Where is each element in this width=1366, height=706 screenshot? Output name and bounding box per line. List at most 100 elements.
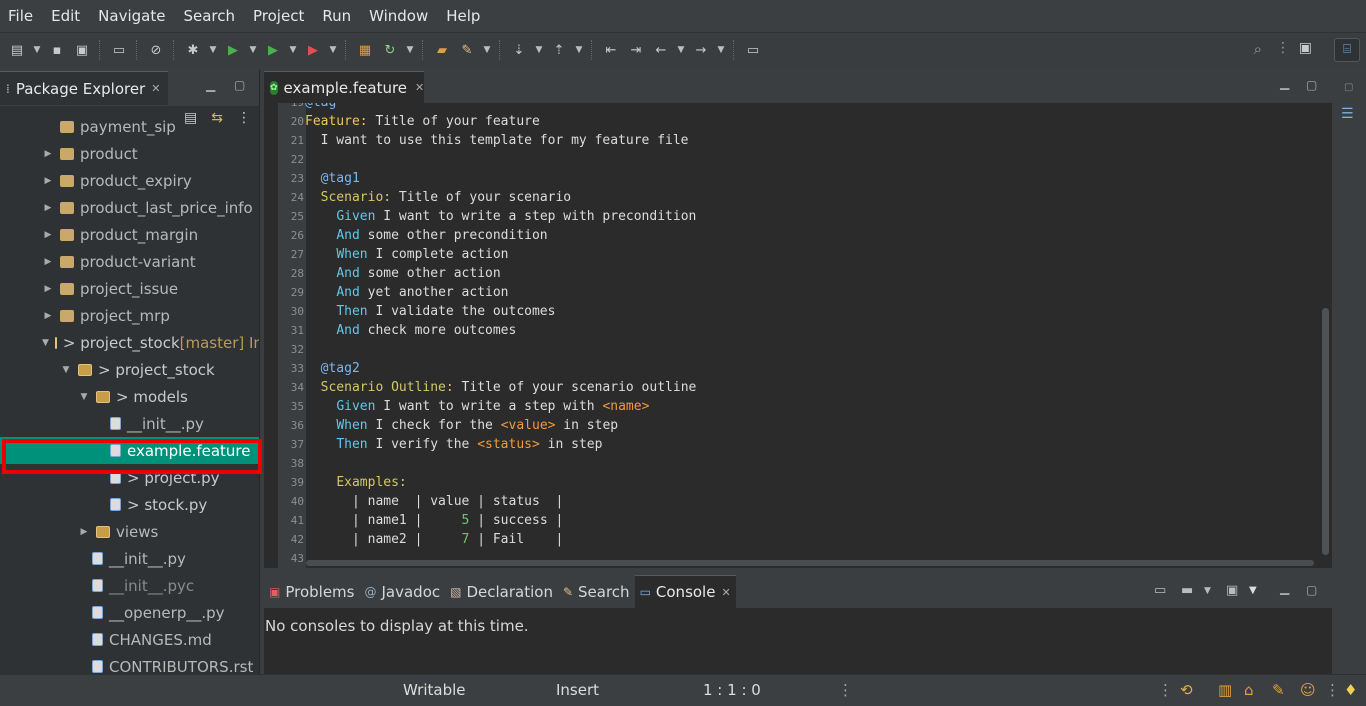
new-dropdown-icon[interactable]: ▼ — [31, 39, 43, 61]
tab-declaration[interactable]: ▧ Declaration — [445, 575, 558, 608]
prev-annotation-icon[interactable]: ⇡ — [548, 39, 570, 61]
last-edit-icon[interactable]: ⇤ — [600, 39, 622, 61]
minimize-icon[interactable]: ▁ — [1280, 581, 1289, 595]
outline-icon[interactable]: ☰ — [1341, 106, 1354, 122]
menu-run[interactable]: Run — [314, 0, 361, 33]
new-icon[interactable]: ▤ — [6, 39, 28, 61]
restore-icon[interactable]: ▢ — [1344, 82, 1353, 93]
tree-item[interactable]: ▶ product — [0, 140, 259, 167]
scrollbar-thumb[interactable] — [1322, 308, 1329, 555]
pen-icon[interactable]: ✎ — [456, 39, 478, 61]
close-icon[interactable]: ✕ — [151, 82, 160, 95]
toolbar-more-icon[interactable]: ⋮ — [1276, 40, 1290, 56]
run-icon[interactable]: ▶ — [222, 39, 244, 61]
save-icon[interactable]: ▪ — [46, 39, 68, 61]
collapsed-arrow-icon[interactable]: ▶ — [42, 311, 54, 321]
tab-search[interactable]: ✎ Search — [558, 575, 635, 608]
tutorial-icon[interactable]: ⌂ — [1244, 681, 1254, 699]
pen-icon[interactable]: ✎ — [1272, 681, 1285, 699]
code-token: And — [336, 228, 360, 243]
close-icon[interactable]: ✕ — [415, 81, 424, 94]
pin-editor-icon[interactable]: ▭ — [742, 39, 764, 61]
forward-icon[interactable]: → — [690, 39, 712, 61]
maximize-icon[interactable]: ▢ — [1306, 583, 1317, 597]
minimize-icon[interactable]: ▁ — [1280, 76, 1289, 90]
perspective-icon[interactable]: ⌸ — [1334, 38, 1360, 62]
next-annotation-icon[interactable]: ⇣ — [508, 39, 530, 61]
tree-item[interactable]: ▶ product_expiry — [0, 167, 259, 194]
tree-item[interactable]: ▶ project_issue — [0, 275, 259, 302]
save-all-icon[interactable]: ▣ — [71, 39, 93, 61]
tab-example-feature[interactable]: ✿ example.feature ✕ — [264, 71, 424, 103]
collapsed-arrow-icon[interactable]: ▶ — [78, 527, 90, 537]
collapsed-arrow-icon[interactable]: ▶ — [42, 230, 54, 240]
menu-help[interactable]: Help — [438, 0, 490, 33]
horizontal-scrollbar[interactable] — [306, 560, 1314, 566]
minimize-icon[interactable]: ▁ — [206, 78, 215, 92]
debug-icon[interactable]: ✱ — [182, 39, 204, 61]
run-coverage-icon[interactable]: ▶ — [262, 39, 284, 61]
tip-icon[interactable]: ♦ — [1344, 681, 1357, 699]
status-more-icon[interactable]: ⋮ — [1325, 681, 1340, 699]
close-icon[interactable]: ✕ — [721, 586, 730, 599]
tree-item[interactable]: > stock.py — [0, 491, 259, 518]
menu-edit[interactable]: Edit — [43, 0, 90, 33]
expanded-arrow-icon[interactable]: ▼ — [60, 365, 72, 375]
tab-console[interactable]: ▭ Console ✕ — [634, 575, 736, 608]
search-icon[interactable]: ⌕ — [1254, 40, 1262, 58]
menu-window[interactable]: Window — [361, 0, 438, 33]
expanded-arrow-icon[interactable]: ▼ — [42, 338, 49, 348]
tree-item[interactable]: payment_sip — [0, 113, 259, 140]
tree-item[interactable]: CONTRIBUTORS.rst — [0, 653, 259, 675]
status-more-icon[interactable]: ⋮ — [1158, 681, 1173, 699]
tree-item[interactable]: ▶ product_last_price_info — [0, 194, 259, 221]
collapsed-arrow-icon[interactable]: ▶ — [42, 176, 54, 186]
book-icon[interactable]: ▥ — [1218, 681, 1232, 699]
menu-file[interactable]: File — [0, 0, 43, 33]
maximize-icon[interactable]: ▢ — [234, 78, 245, 92]
menu-project[interactable]: Project — [245, 0, 314, 33]
external-tools-icon[interactable]: ▶ — [302, 39, 324, 61]
collapsed-arrow-icon[interactable]: ▶ — [42, 149, 54, 159]
tree-item[interactable]: CHANGES.md — [0, 626, 259, 653]
tree-item[interactable]: ▶ product_margin — [0, 221, 259, 248]
status-more-icon[interactable]: ⋮ — [838, 681, 853, 699]
refresh-icon[interactable]: ↻ — [379, 39, 401, 61]
menu-search[interactable]: Search — [175, 0, 245, 33]
tree-item[interactable]: __init__.py — [0, 545, 259, 572]
collapsed-arrow-icon[interactable]: ▶ — [42, 284, 54, 294]
tree-item[interactable]: ▶ views — [0, 518, 259, 545]
tree-item-label: CONTRIBUTORS.rst — [109, 657, 254, 675]
git-icon[interactable]: ⟲ — [1180, 681, 1193, 699]
open-console-icon[interactable]: ▣ — [1226, 583, 1238, 598]
code-area[interactable]: @tag Feature: Title of your feature I wan… — [305, 103, 1315, 565]
tree-item[interactable]: __init__.py — [0, 410, 259, 437]
terminal-icon[interactable]: ▭ — [108, 39, 130, 61]
forward-edit-icon[interactable]: ⇥ — [625, 39, 647, 61]
back-icon[interactable]: ← — [650, 39, 672, 61]
tab-package-explorer[interactable]: ⁞ Package Explorer ✕ — [0, 71, 168, 105]
skip-breakpoints-icon[interactable]: ⊘ — [145, 39, 167, 61]
collapsed-arrow-icon[interactable]: ▶ — [42, 203, 54, 213]
tree-item[interactable]: __init__.pyc — [0, 572, 259, 599]
folder-icon — [78, 363, 92, 376]
menu-navigate[interactable]: Navigate — [90, 0, 175, 33]
collapsed-arrow-icon[interactable]: ▶ — [42, 257, 54, 267]
tree-item[interactable]: ▶ product-variant — [0, 248, 259, 275]
open-perspective-icon[interactable]: ▣ — [1299, 40, 1312, 56]
tab-javadoc[interactable]: @ Javadoc — [359, 575, 445, 608]
tab-problems[interactable]: ▣ Problems — [264, 575, 359, 608]
smiley-icon[interactable]: ☺ — [1300, 681, 1316, 699]
tree-item[interactable]: __openerp__.py — [0, 599, 259, 626]
display-console-icon[interactable]: ▬ — [1181, 583, 1193, 598]
expanded-arrow-icon[interactable]: ▼ — [78, 392, 90, 402]
tree-item[interactable]: ▼ > project_stock — [0, 356, 259, 383]
view-menu-icon[interactable]: ▼ — [1249, 585, 1257, 596]
new-project-icon[interactable]: ▦ — [354, 39, 376, 61]
tree-item[interactable]: ▶ project_mrp — [0, 302, 259, 329]
maximize-icon[interactable]: ▢ — [1306, 78, 1317, 92]
pin-console-icon[interactable]: ▭ — [1154, 583, 1166, 598]
tree-item[interactable]: ▼ > project_stock [master] In — [0, 329, 259, 356]
tree-item[interactable]: ▼ > models — [0, 383, 259, 410]
open-folder-icon[interactable]: ▰ — [431, 39, 453, 61]
